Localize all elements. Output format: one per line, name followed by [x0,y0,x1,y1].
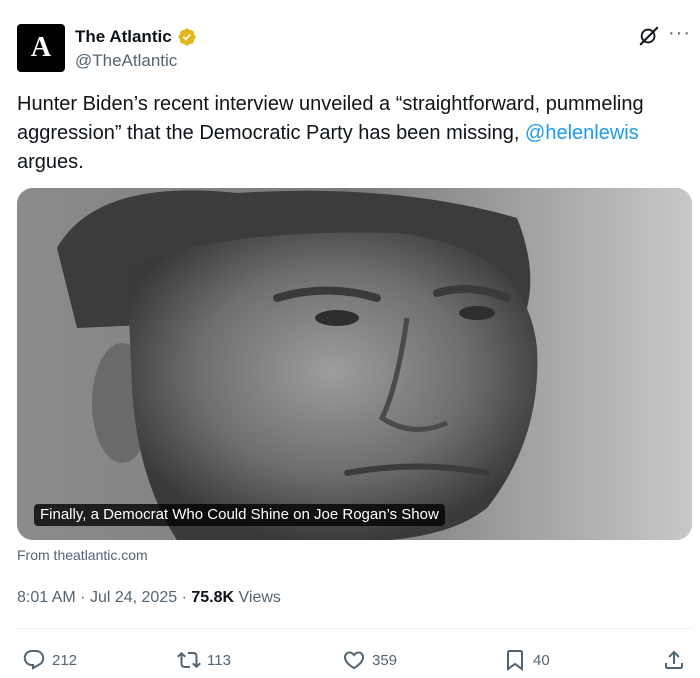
tweet-text-end: argues. [17,151,84,173]
article-source[interactable]: From theatlantic.com [17,547,148,563]
views-count: 75.8K [191,589,235,606]
views-label: Views [238,589,281,606]
meta-separator: · [181,589,187,606]
tweet-text: Hunter Biden’s recent interview unveiled… [17,90,687,177]
reply-button[interactable]: 212 [22,648,77,672]
tweet-meta: 8:01 AM · Jul 24, 2025 · 75.8K Views [17,589,281,607]
bookmark-count: 40 [533,651,550,669]
meta-separator: · [80,589,86,606]
verified-badge-icon [178,28,196,46]
reply-icon [23,650,45,670]
more-icon[interactable]: ··· [668,23,692,46]
tweet-date[interactable]: Jul 24, 2025 [90,589,177,606]
like-button[interactable]: 359 [342,648,397,672]
grok-icon[interactable] [638,25,660,47]
mention-link[interactable]: @helenlewis [525,122,639,144]
avatar-letter: A [30,32,52,63]
article-title-caption: Finally, a Democrat Who Could Shine on J… [34,504,445,526]
bookmark-icon [507,650,523,671]
like-count: 359 [372,651,398,669]
share-button[interactable] [662,648,686,672]
repost-button[interactable]: 113 [177,648,231,672]
heart-icon [343,651,365,670]
author-handle[interactable]: @TheAtlantic [75,51,177,71]
tweet-time[interactable]: 8:01 AM [17,589,76,606]
divider [17,628,692,629]
article-media-card[interactable]: Finally, a Democrat Who Could Shine on J… [17,188,692,540]
article-image [17,188,692,540]
author-name-row: The Atlantic [75,27,197,47]
reply-count: 212 [52,651,78,669]
action-bar: 212 113 359 40 [0,645,700,675]
repost-icon [177,651,201,669]
repost-count: 113 [207,651,231,669]
bookmark-button[interactable]: 40 [503,648,550,672]
display-name[interactable]: The Atlantic [75,27,172,47]
share-icon [665,650,683,669]
avatar[interactable]: A [17,24,65,72]
